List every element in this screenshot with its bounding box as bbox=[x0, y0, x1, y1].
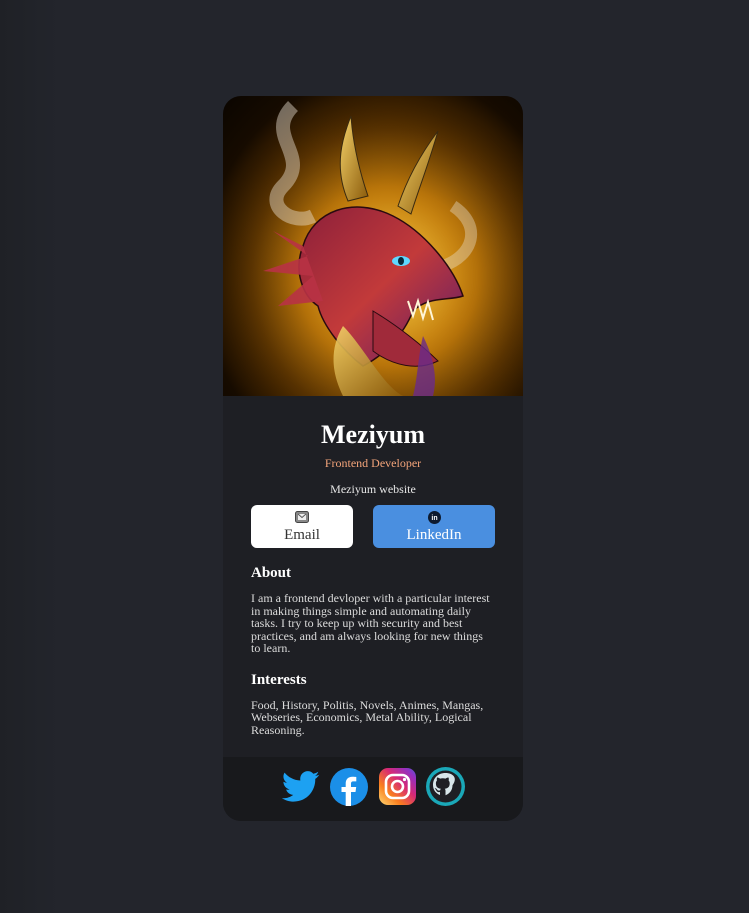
linkedin-button-label: LinkedIn bbox=[406, 527, 462, 543]
github-link[interactable] bbox=[425, 767, 465, 811]
social-footer bbox=[223, 757, 523, 821]
facebook-link[interactable] bbox=[330, 767, 369, 811]
profile-role: Frontend Developer bbox=[324, 456, 422, 470]
email-button-label: Email bbox=[284, 527, 320, 543]
email-button[interactable]: Email bbox=[251, 505, 353, 548]
github-icon bbox=[425, 767, 465, 811]
interests-heading: Interests bbox=[251, 671, 307, 688]
linkedin-button[interactable]: in LinkedIn bbox=[373, 505, 495, 548]
instagram-link[interactable] bbox=[378, 768, 417, 810]
svg-text:in: in bbox=[431, 515, 437, 522]
twitter-icon bbox=[281, 770, 320, 808]
profile-name: Meziyum bbox=[321, 420, 425, 449]
interests-text: Food, History, Politis, Novels, Animes, … bbox=[251, 697, 484, 737]
about-heading: About bbox=[251, 565, 292, 581]
profile-body: Meziyum Frontend Developer Meziyum websi… bbox=[223, 396, 523, 757]
linkedin-icon: in bbox=[427, 510, 441, 524]
website-link[interactable]: Meziyum website bbox=[251, 482, 495, 496]
twitter-link[interactable] bbox=[281, 770, 321, 809]
dragon-avatar-image bbox=[223, 96, 523, 396]
profile-card: Meziyum Frontend Developer Meziyum websi… bbox=[223, 96, 523, 821]
contact-buttons: Email in LinkedIn bbox=[251, 505, 495, 548]
instagram-icon bbox=[378, 768, 416, 810]
facebook-icon bbox=[330, 767, 368, 811]
about-text: I am a frontend devloper with a particul… bbox=[251, 591, 490, 655]
envelope-icon bbox=[295, 510, 309, 524]
